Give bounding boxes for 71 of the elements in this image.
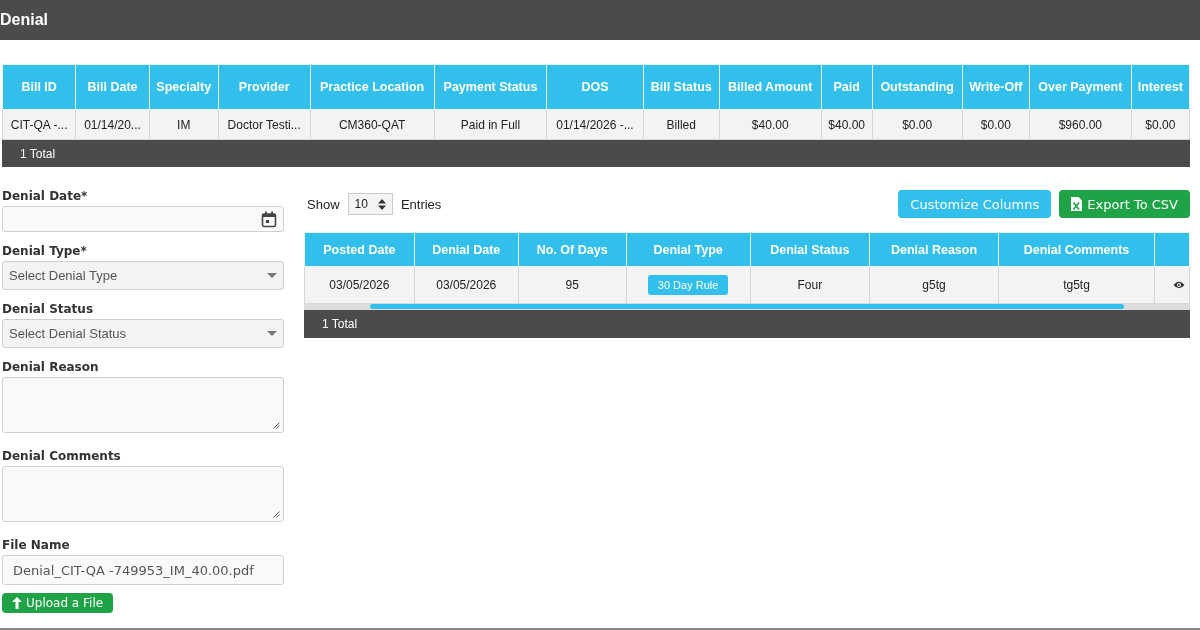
spreadsheet-icon bbox=[1071, 197, 1083, 211]
table-cell: g5tg bbox=[869, 266, 999, 304]
date-field[interactable] bbox=[2, 206, 284, 232]
column-header: Billed Amount bbox=[719, 64, 822, 110]
show-label: Show bbox=[307, 196, 340, 212]
column-header: No. Of Days bbox=[518, 232, 627, 267]
caret-icon bbox=[267, 272, 277, 279]
table-cell: 95 bbox=[518, 266, 627, 304]
table-cell: tg5tg bbox=[998, 266, 1155, 304]
resize-handle-icon bbox=[273, 422, 280, 429]
table-cell: $0.00 bbox=[872, 109, 963, 140]
table-cell: 01/14/20... bbox=[75, 109, 150, 140]
column-header: Denial Reason bbox=[869, 232, 999, 267]
table-footer: 1 Total bbox=[304, 310, 1190, 338]
denial-type-tag: 30 Day Rule bbox=[647, 275, 729, 295]
table-cell: Billed bbox=[643, 109, 720, 140]
upload-icon bbox=[12, 597, 22, 609]
column-header: Denial Status bbox=[750, 232, 870, 267]
table-cell: 01/14/2026 -... bbox=[546, 109, 644, 140]
column-header: Payment Status bbox=[434, 64, 547, 110]
column-header bbox=[1154, 232, 1190, 267]
table-cell: $960.00 bbox=[1029, 109, 1132, 140]
table-cell: $0.00 bbox=[962, 109, 1030, 140]
column-header: Denial Type bbox=[626, 232, 751, 267]
table-cell: CIT-QA -... bbox=[2, 109, 76, 140]
table-cell: $40.00 bbox=[719, 109, 822, 140]
window-title: Denial bbox=[0, 11, 48, 29]
table-cell: Doctor Testi... bbox=[218, 109, 311, 140]
table-cell: 03/05/2026 bbox=[304, 266, 415, 304]
column-header: DOS bbox=[546, 64, 644, 110]
calendar-icon bbox=[261, 210, 277, 228]
table-cell: IM bbox=[149, 109, 219, 140]
field-label: File Name bbox=[2, 538, 71, 552]
input-field[interactable]: Denial_CIT-QA -749953_IM_40.00.pdf bbox=[2, 555, 284, 585]
column-header: Posted Date bbox=[304, 232, 415, 267]
table-footer: 1 Total bbox=[2, 140, 1190, 167]
column-header: Paid bbox=[821, 64, 873, 110]
text-area[interactable] bbox=[2, 466, 284, 522]
table-cell: CM360-QAT bbox=[310, 109, 435, 140]
column-header: Specialty bbox=[149, 64, 219, 110]
field-label: Denial Status bbox=[2, 302, 95, 316]
resize-handle-icon bbox=[273, 511, 280, 518]
page-size-select[interactable]: 10 bbox=[347, 193, 393, 215]
column-header: Bill Status bbox=[643, 64, 720, 110]
column-header: Provider bbox=[218, 64, 311, 110]
entries-label: Entries bbox=[400, 196, 442, 212]
column-header: Write-Off bbox=[962, 64, 1030, 110]
column-header: Denial Date bbox=[414, 232, 519, 267]
field-label: Denial Comments bbox=[2, 449, 122, 463]
select-field[interactable]: Select Denial Type bbox=[2, 261, 284, 290]
eye-icon bbox=[1173, 281, 1185, 289]
column-header: Denial Comments bbox=[998, 232, 1155, 267]
column-header: Bill Date bbox=[75, 64, 150, 110]
column-header: Bill ID bbox=[2, 64, 76, 110]
field-label: Denial Type* bbox=[2, 244, 88, 258]
column-header: Practice Location bbox=[310, 64, 435, 110]
table-cell: Paid in Full bbox=[434, 109, 547, 140]
table-cell: $40.00 bbox=[821, 109, 873, 140]
field-label: Denial Date* bbox=[2, 189, 89, 203]
scrollbar[interactable] bbox=[370, 304, 1124, 309]
column-header: Interest bbox=[1131, 64, 1190, 110]
table-cell: Four bbox=[750, 266, 870, 304]
spinner-icon bbox=[377, 198, 386, 210]
caret-icon bbox=[267, 330, 277, 337]
column-header: Over Payment bbox=[1029, 64, 1132, 110]
text-area[interactable] bbox=[2, 377, 284, 433]
select-field[interactable]: Select Denial Status bbox=[2, 319, 284, 348]
table-cell: $0.00 bbox=[1131, 109, 1190, 140]
table-cell: 03/05/2026 bbox=[414, 266, 519, 304]
field-label: Denial Reason bbox=[2, 360, 100, 374]
column-header: Outstanding bbox=[872, 64, 963, 110]
